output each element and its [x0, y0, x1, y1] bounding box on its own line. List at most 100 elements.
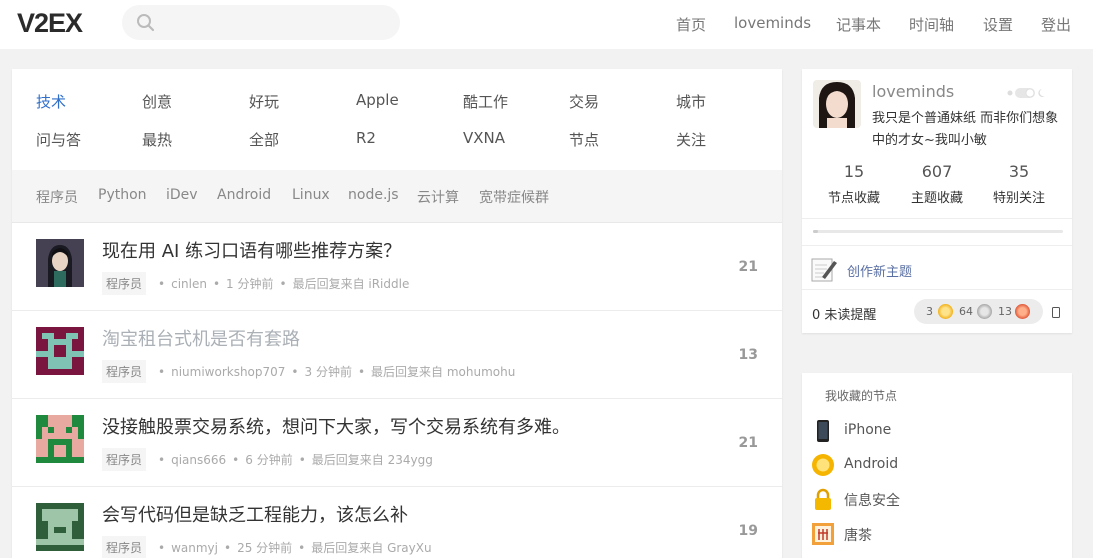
reply-count[interactable]: 21 [739, 435, 758, 451]
topic-title[interactable]: 淘宝租台式机是否有套路 [102, 325, 300, 351]
user-avatar[interactable] [36, 327, 84, 375]
tab-tech[interactable]: 技术 [36, 91, 66, 112]
fav-node-tangcha[interactable]: 唐茶 [844, 525, 872, 545]
tab-vxna[interactable]: VXNA [463, 129, 505, 147]
moon-icon [1038, 89, 1045, 97]
favorite-nodes-card: 我收藏的节点 iPhone Android 信息安全 唐茶 [802, 373, 1072, 558]
stat-topic-favorites-label[interactable]: 主题收藏 [892, 187, 982, 206]
tab-play[interactable]: 好玩 [249, 91, 279, 112]
fav-node-infosec[interactable]: 信息安全 [844, 490, 900, 510]
mobile-icon[interactable] [1052, 307, 1060, 318]
tab-apple[interactable]: Apple [356, 91, 399, 109]
topic-time: 25 分钟前 [237, 541, 293, 555]
topic-meta: 程序员 • niumiworkshop707 • 3 分钟前 • 最后回复来自 mohumo… [102, 360, 515, 383]
topic-title[interactable]: 会写代码但是缺乏工程能力，该怎么补 [102, 501, 408, 527]
tab-qna[interactable]: 问与答 [36, 129, 81, 150]
topic-author[interactable]: cinlen [171, 277, 207, 291]
tab-city[interactable]: 城市 [676, 91, 706, 112]
progress-fill [813, 230, 818, 233]
lock-icon[interactable] [812, 488, 834, 510]
subtab-python[interactable]: Python [98, 187, 147, 203]
topic-title[interactable]: 现在用 AI 练习口语有哪些推荐方案？ [102, 237, 401, 263]
reply-count[interactable]: 19 [739, 523, 758, 539]
tab-r2[interactable]: R2 [356, 129, 376, 147]
fav-node-iphone[interactable]: iPhone [844, 422, 891, 438]
topic-row[interactable]: 淘宝租台式机是否有套路 程序员 • niumiworkshop707 • 3 分钟前 • 最… [12, 311, 782, 399]
tangcha-icon[interactable] [812, 523, 834, 545]
create-topic-link[interactable]: 创作新主题 [847, 261, 912, 280]
topic-last-reply[interactable]: 最后回复来自 mohumohu [371, 365, 515, 379]
tab-nodes[interactable]: 节点 [569, 129, 599, 150]
topic-list-card: 技术 创意 好玩 Apple 酷工作 交易 城市 问与答 最热 全部 R2 VX… [12, 69, 782, 558]
subtab-broadband[interactable]: 宽带症候群 [479, 187, 549, 207]
user-card: loveminds 我只是个普通妹纸 而非你们想象中的才女~我叫小敏 15 节点… [802, 69, 1072, 333]
nav-home[interactable]: 首页 [676, 14, 706, 35]
topic-meta: 程序员 • cinlen • 1 分钟前 • 最后回复来自 iRiddle [102, 272, 409, 295]
subtab-linux[interactable]: Linux [292, 187, 330, 203]
user-avatar[interactable] [36, 503, 84, 551]
silver-coin-icon [977, 304, 992, 319]
stat-node-favorites-label[interactable]: 节点收藏 [809, 187, 899, 206]
topic-title[interactable]: 没接触股票交易系统，想问下大家，写个交易系统有多难。 [102, 413, 570, 439]
topic-node-tag[interactable]: 程序员 [102, 360, 147, 383]
create-topic-icon[interactable] [810, 255, 838, 283]
topic-time: 6 分钟前 [245, 453, 293, 467]
topic-author[interactable]: niumiworkshop707 [171, 365, 285, 379]
tab-deals[interactable]: 交易 [569, 91, 599, 112]
favorite-nodes-heading: 我收藏的节点 [825, 389, 898, 403]
subtab-idev[interactable]: iDev [166, 187, 198, 203]
tab-creative[interactable]: 创意 [142, 91, 172, 112]
fav-node-android[interactable]: Android [844, 456, 898, 472]
nav-logout[interactable]: 登出 [1041, 14, 1071, 35]
reply-count[interactable]: 13 [739, 347, 758, 363]
android-icon[interactable] [812, 454, 834, 476]
theme-toggle[interactable] [1007, 87, 1047, 99]
tab-all[interactable]: 全部 [249, 129, 279, 150]
stat-node-favorites-count[interactable]: 15 [809, 162, 899, 181]
balance-badge[interactable]: 3 64 13 [914, 299, 1043, 324]
search-input[interactable] [122, 5, 400, 40]
divider [802, 289, 1072, 290]
nav-profile[interactable]: loveminds [734, 14, 811, 32]
divider [802, 218, 1072, 219]
unread-notifications[interactable]: 0 未读提醒 [812, 304, 876, 323]
stat-following-count[interactable]: 35 [974, 162, 1064, 181]
topic-last-reply[interactable]: 最后回复来自 234ygg [312, 453, 433, 467]
topic-author[interactable]: qians666 [171, 453, 226, 467]
username[interactable]: loveminds [872, 82, 954, 101]
topic-node-tag[interactable]: 程序员 [102, 448, 147, 471]
search-icon [137, 14, 155, 32]
topic-author[interactable]: wanmyj [171, 541, 218, 555]
topic-row[interactable]: 会写代码但是缺乏工程能力，该怎么补 程序员 • wanmyj • 25 分钟前 • 最后回复… [12, 487, 782, 558]
site-logo[interactable]: V2EX [17, 8, 83, 39]
subtab-nodejs[interactable]: node.js [348, 187, 399, 203]
bronze-coin-icon [1015, 304, 1030, 319]
user-avatar[interactable] [813, 80, 861, 128]
topic-last-reply[interactable]: 最后回复来自 iRiddle [293, 277, 410, 291]
stat-topic-favorites-count[interactable]: 607 [892, 162, 982, 181]
tab-jobs[interactable]: 酷工作 [463, 91, 508, 112]
subtab-programmer[interactable]: 程序员 [36, 187, 78, 207]
topic-time: 3 分钟前 [304, 365, 352, 379]
user-bio: 我只是个普通妹纸 而非你们想象中的才女~我叫小敏 [872, 111, 1059, 148]
subtab-cloud[interactable]: 云计算 [417, 187, 459, 207]
topic-meta: 程序员 • qians666 • 6 分钟前 • 最后回复来自 234ygg [102, 448, 433, 471]
user-avatar[interactable] [36, 415, 84, 463]
tab-hot[interactable]: 最热 [142, 129, 172, 150]
nav-notes[interactable]: 记事本 [836, 14, 881, 35]
iphone-icon[interactable] [812, 420, 834, 442]
topic-row[interactable]: 没接触股票交易系统，想问下大家，写个交易系统有多难。 程序员 • qians666 •… [12, 399, 782, 487]
topic-node-tag[interactable]: 程序员 [102, 272, 147, 295]
divider [802, 245, 1072, 246]
nav-settings[interactable]: 设置 [983, 14, 1013, 35]
tab-following[interactable]: 关注 [676, 129, 706, 150]
topic-row[interactable]: 现在用 AI 练习口语有哪些推荐方案？ 程序员 • cinlen • 1 分钟前 • 最后回… [12, 223, 782, 311]
gold-coin-icon [938, 304, 953, 319]
nav-timeline[interactable]: 时间轴 [909, 14, 954, 35]
subtab-android[interactable]: Android [217, 187, 271, 203]
reply-count[interactable]: 21 [739, 259, 758, 275]
topic-last-reply[interactable]: 最后回复来自 GrayXu [311, 541, 431, 555]
topic-node-tag[interactable]: 程序员 [102, 536, 147, 558]
stat-following-label[interactable]: 特别关注 [974, 187, 1064, 206]
user-avatar[interactable] [36, 239, 84, 287]
